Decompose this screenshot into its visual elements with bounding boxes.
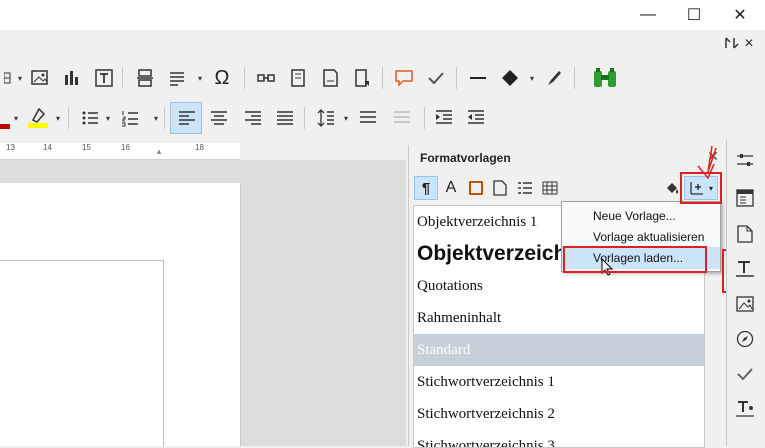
minimize-button[interactable]: — — [625, 0, 671, 30]
list-item[interactable]: Rahmeninhalt — [414, 302, 704, 334]
line-spacing-icon[interactable] — [314, 106, 338, 130]
styles-panel-title: Formatvorlagen — [420, 151, 511, 165]
find-replace-binoculars-icon[interactable] — [592, 66, 616, 90]
field-dropdown-icon[interactable]: ▾ — [196, 66, 204, 90]
page-icon — [493, 180, 507, 196]
sidebar-page-icon[interactable] — [733, 222, 757, 246]
increase-paragraph-spacing-icon[interactable] — [356, 106, 380, 130]
list-item[interactable]: Stichwortverzeichnis 2 — [414, 398, 704, 430]
page-styles-button[interactable] — [489, 176, 511, 200]
ruler-tick-label: 18 — [195, 143, 204, 152]
toolbar-separator — [122, 67, 123, 89]
list-item[interactable]: Quotations — [414, 270, 704, 302]
menu-item-update-style[interactable]: Vorlage aktualisieren — [562, 226, 720, 248]
insert-textbox-icon[interactable] — [92, 66, 116, 90]
close-document-icon[interactable]: ✕ — [744, 36, 758, 50]
ordered-list-icon[interactable] — [118, 106, 142, 130]
toolbar-separator — [304, 107, 305, 129]
toolbar-separator — [382, 67, 383, 89]
align-left-icon — [175, 106, 199, 130]
paint-bucket-icon — [667, 183, 678, 194]
character-a-icon: A — [445, 179, 457, 196]
unordered-list-dropdown-icon[interactable]: ▾ — [104, 106, 112, 130]
ruler-tick-label: 16 — [121, 143, 130, 152]
ordered-list-dropdown-icon[interactable]: ▾ — [152, 106, 160, 130]
toolbar-separator — [68, 107, 69, 129]
insert-page-break-icon[interactable] — [133, 66, 157, 90]
ruler-tick-label: 15 — [82, 143, 91, 152]
insert-field-icon[interactable] — [165, 66, 189, 90]
character-styles-button[interactable]: A — [440, 176, 462, 200]
toolbar-separator — [456, 67, 457, 89]
sidebar-gallery-icon[interactable] — [733, 292, 757, 316]
draw-function-icon[interactable] — [542, 66, 566, 90]
text-boundary — [0, 260, 164, 447]
menu-arrow-icon[interactable] — [722, 34, 740, 52]
list-item-selected[interactable]: Standard — [414, 334, 704, 366]
align-center-icon[interactable] — [207, 106, 231, 130]
basic-shapes-icon[interactable] — [498, 66, 522, 90]
insert-special-character-icon[interactable]: Ω — [210, 66, 234, 90]
pilcrow-icon: ¶ — [421, 179, 431, 197]
toolbar-separator — [244, 67, 245, 89]
sidebar-page-layout-icon[interactable] — [733, 186, 757, 210]
list-item[interactable]: Stichwortverzeichnis 1 — [414, 366, 704, 398]
insert-chart-icon[interactable] — [60, 66, 84, 90]
formatting-toolbar: ▾ ▾ ▾ ▾ ▾ — [0, 102, 765, 134]
sidebar-navigator-icon[interactable] — [733, 327, 757, 351]
insert-footnote-icon[interactable] — [286, 66, 310, 90]
insert-hyperlink-icon[interactable] — [254, 66, 278, 90]
unordered-list-icon[interactable] — [78, 106, 102, 130]
insert-bookmark-icon[interactable] — [350, 66, 374, 90]
justify-icon[interactable] — [273, 106, 297, 130]
highlighting-icon[interactable] — [26, 105, 50, 129]
maximize-button[interactable]: ☐ — [671, 0, 717, 30]
menu-item-new-style[interactable]: Neue Vorlage... — [562, 205, 720, 227]
horizontal-ruler[interactable]: 13 14 15 16 ▲ 18 — [0, 143, 240, 160]
toolbar-separator — [574, 67, 575, 89]
decrease-indent-icon[interactable] — [464, 106, 488, 130]
table-icon — [542, 181, 558, 195]
toolbar-separator — [164, 107, 165, 129]
insert-line-icon[interactable] — [466, 66, 490, 90]
list-icon — [518, 182, 532, 194]
frame-styles-button[interactable] — [465, 176, 487, 200]
standard-toolbar: ▾ ▾ Ω ▾ — [0, 62, 765, 94]
font-color-dropdown-icon[interactable]: ▾ — [12, 106, 20, 130]
table-styles-button[interactable] — [539, 176, 561, 200]
ruler-tab-marker-icon[interactable]: ▲ — [155, 147, 163, 156]
ruler-tick-label: 13 — [6, 143, 15, 152]
menu-row — [0, 30, 765, 58]
list-item[interactable]: Stichwortverzeichnis 3 — [414, 430, 704, 448]
maximize-icon: ☐ — [686, 7, 702, 24]
list-styles-button[interactable] — [514, 176, 536, 200]
sidebar-manage-changes-icon[interactable] — [733, 362, 757, 386]
toolbar-separator — [424, 107, 425, 129]
table-dropdown-icon[interactable]: ▾ — [16, 66, 24, 90]
annotation-box-load-styles — [563, 246, 707, 273]
paragraph-styles-button[interactable]: ¶ — [414, 176, 438, 200]
track-changes-icon[interactable] — [424, 66, 448, 90]
font-color-bar — [0, 124, 10, 129]
annotation-arrow-icon — [690, 145, 720, 182]
increase-indent-icon[interactable] — [432, 106, 456, 130]
minimize-icon: — — [640, 6, 656, 23]
shapes-dropdown-icon[interactable]: ▾ — [528, 66, 536, 90]
highlight-dropdown-icon[interactable]: ▾ — [54, 106, 62, 130]
decrease-paragraph-spacing-icon[interactable] — [390, 106, 414, 130]
fill-format-mode-button[interactable] — [662, 176, 682, 200]
close-window-button[interactable]: ✕ — [717, 0, 763, 30]
insert-comment-icon[interactable] — [392, 66, 416, 90]
insert-endnote-icon[interactable] — [318, 66, 342, 90]
align-left-button[interactable] — [170, 102, 202, 134]
sidebar-styles-icon[interactable] — [733, 257, 757, 281]
line-spacing-dropdown-icon[interactable]: ▾ — [342, 106, 350, 130]
ruler-tick-label: 14 — [43, 143, 52, 152]
align-right-icon[interactable] — [241, 106, 265, 130]
sidebar-design-icon[interactable] — [733, 397, 757, 421]
close-icon: ✕ — [733, 7, 747, 24]
sidebar-properties-icon[interactable] — [733, 148, 757, 172]
frame-icon — [469, 181, 483, 195]
insert-image-icon[interactable] — [28, 66, 52, 90]
